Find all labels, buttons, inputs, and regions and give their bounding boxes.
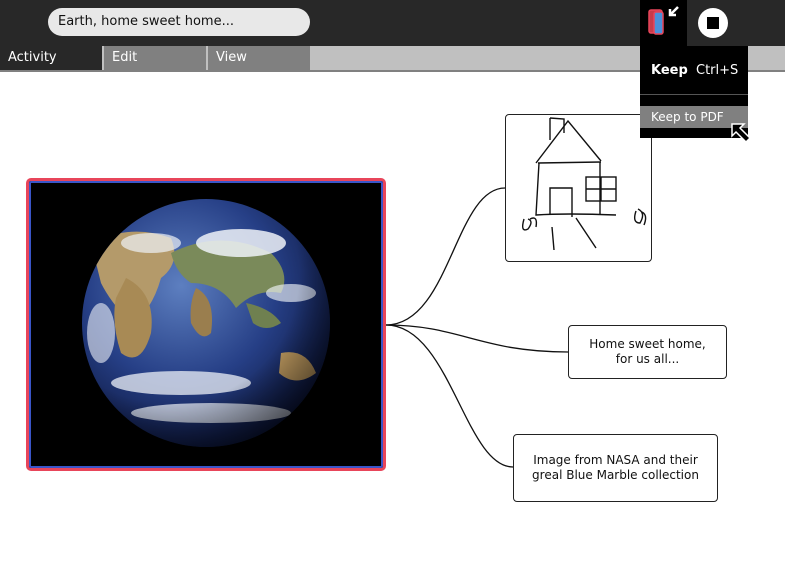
- keep-shortcut: Ctrl+S: [696, 63, 739, 78]
- connector-to-drawing: [385, 187, 506, 326]
- keep-menu-item[interactable]: Keep Ctrl+S: [640, 54, 748, 88]
- earth-image: [82, 199, 330, 447]
- earth-image-inner: [29, 181, 383, 468]
- house-drawing: [521, 117, 647, 251]
- connector-to-note1: [385, 324, 569, 353]
- keep-label: Keep: [651, 63, 688, 78]
- note-text: Home sweet home, for us all...: [589, 337, 706, 366]
- note-home-sweet-home[interactable]: Home sweet home, for us all...: [568, 325, 727, 379]
- palette-divider: [640, 94, 748, 95]
- house-drawing-node[interactable]: [505, 114, 652, 262]
- note-text: Image from NASA and their greal Blue Mar…: [532, 453, 699, 482]
- earth-image-node[interactable]: [26, 178, 386, 471]
- note-nasa-credit[interactable]: Image from NASA and their greal Blue Mar…: [513, 434, 718, 502]
- connector-to-note2: [385, 324, 514, 468]
- mouse-cursor-icon: [731, 123, 752, 144]
